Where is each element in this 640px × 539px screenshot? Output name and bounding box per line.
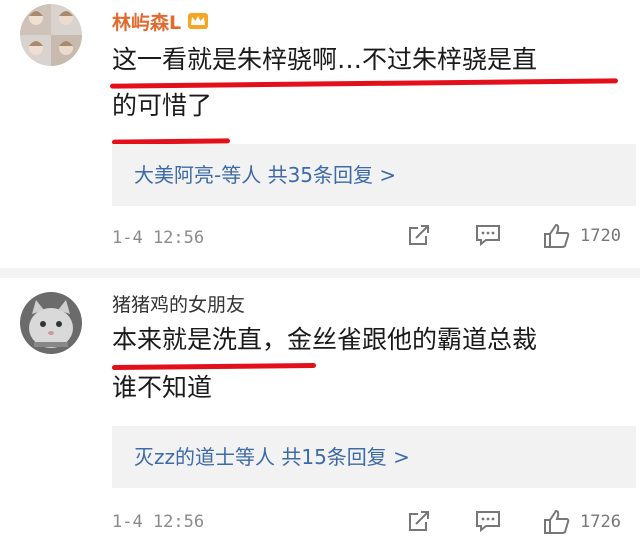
crown-icon: [187, 12, 209, 35]
username-text[interactable]: 林屿森L: [112, 12, 181, 34]
comment-icon: [476, 511, 500, 533]
comment-text-line-2: 的可惜了: [112, 91, 213, 120]
comment-text-line-1: 这一看就是朱梓骁啊…不过朱梓骁是直: [112, 45, 538, 74]
replies-link[interactable]: 灭zz的道士等人 共15条回复 >: [112, 426, 636, 488]
like-count: 1720: [580, 226, 621, 246]
comment-item: 猪猪鸡的女朋友 本来就是洗直，金丝雀跟他的霸道总裁 谁不知道 灭zz的道士等人 …: [0, 278, 640, 539]
comment-text-line-2: 谁不知道: [112, 373, 213, 402]
timestamp: 1-4 12:56: [112, 512, 205, 532]
red-underline: [109, 78, 619, 89]
like-count: 1726: [580, 512, 621, 532]
share-icon: [409, 225, 429, 245]
like-button[interactable]: 1726: [542, 508, 621, 536]
comment-item: 林屿森L 这一看就是朱梓骁啊…不过朱梓骁是直 的可惜了 大美阿亮-等人 共35条…: [0, 0, 640, 268]
comment-button[interactable]: [474, 508, 502, 534]
comment-icon: [476, 225, 500, 247]
share-button[interactable]: [406, 508, 432, 534]
share-icon: [409, 511, 429, 531]
share-button[interactable]: [406, 222, 432, 248]
username[interactable]: 林屿森L: [112, 8, 209, 35]
like-button[interactable]: 1720: [542, 222, 621, 250]
like-icon: [544, 509, 570, 534]
divider: [0, 268, 640, 278]
timestamp: 1-4 12:56: [112, 228, 205, 248]
avatar[interactable]: [20, 4, 82, 66]
red-underline: [111, 362, 317, 371]
avatar[interactable]: [20, 292, 82, 354]
replies-link[interactable]: 大美阿亮-等人 共35条回复 >: [112, 144, 636, 206]
comment-text-line-1: 本来就是洗直，金丝雀跟他的霸道总裁: [112, 325, 538, 354]
comment-button[interactable]: [474, 222, 502, 248]
like-icon: [544, 223, 570, 248]
username[interactable]: 猪猪鸡的女朋友: [112, 290, 245, 317]
